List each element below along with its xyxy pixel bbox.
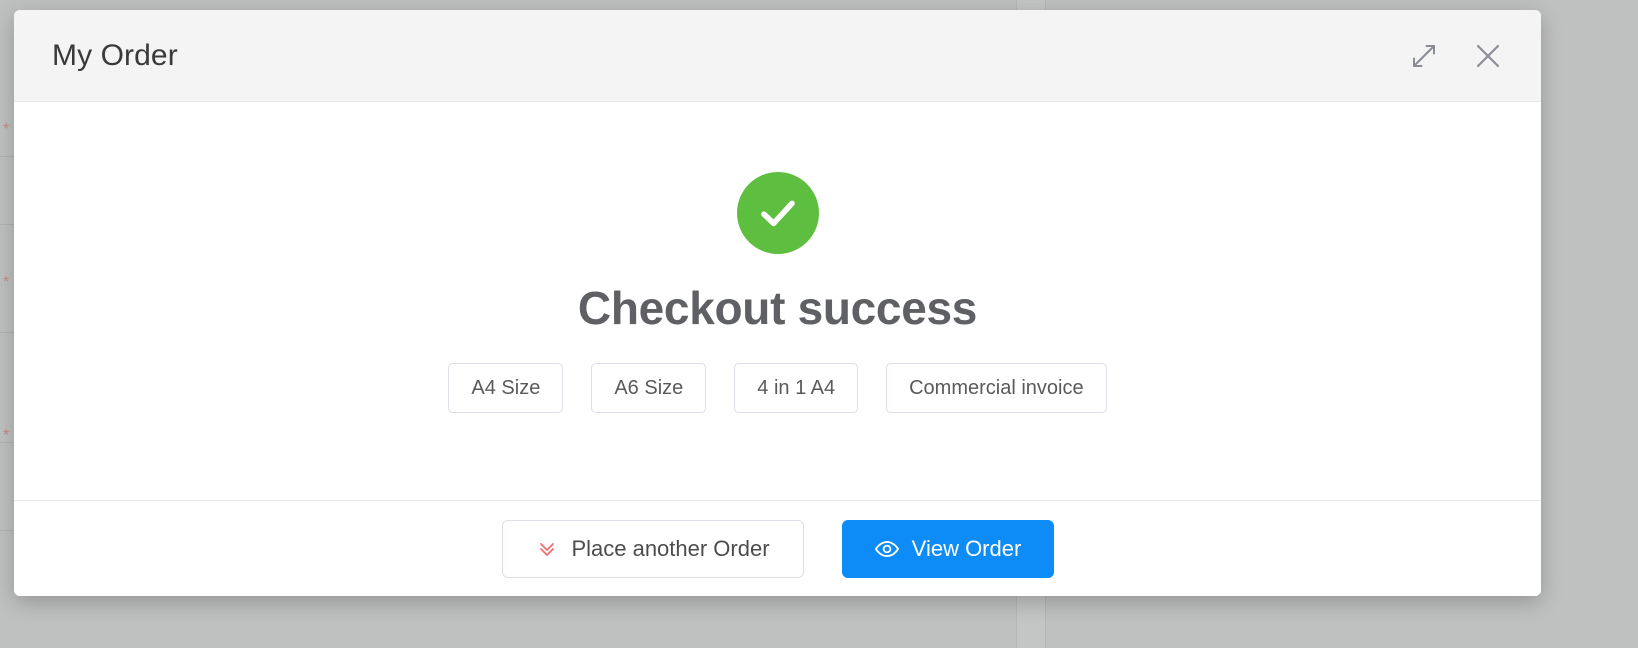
modal-footer: Place another Order View Order xyxy=(14,500,1541,596)
expand-icon[interactable] xyxy=(1407,39,1441,73)
print-option-4in1-a4[interactable]: 4 in 1 A4 xyxy=(734,363,859,413)
print-option-a6[interactable]: A6 Size xyxy=(591,363,707,413)
modal-body: Checkout success A4 Size A6 Size 4 in 1 … xyxy=(14,102,1541,500)
required-asterisk: * xyxy=(3,274,10,291)
place-another-order-label: Place another Order xyxy=(571,535,770,561)
print-option-a4[interactable]: A4 Size xyxy=(448,363,564,413)
required-asterisk: * xyxy=(3,427,10,444)
eye-icon xyxy=(874,536,900,562)
double-chevron-down-icon xyxy=(535,537,559,561)
modal-header-actions xyxy=(1407,39,1505,73)
place-another-order-button[interactable]: Place another Order xyxy=(501,519,804,578)
page-title: My Order xyxy=(52,38,178,72)
modal-header: My Order xyxy=(14,10,1541,102)
print-option-commercial-invoice[interactable]: Commercial invoice xyxy=(886,363,1107,413)
close-icon[interactable] xyxy=(1471,39,1505,73)
my-order-modal: My Order Checkout success A4 Size A6 Siz… xyxy=(14,10,1541,596)
view-order-label: View Order xyxy=(911,535,1022,561)
view-order-button[interactable]: View Order xyxy=(841,519,1054,578)
print-options-group: A4 Size A6 Size 4 in 1 A4 Commercial inv… xyxy=(448,363,1107,413)
required-asterisk: * xyxy=(3,121,10,138)
check-circle-icon xyxy=(736,172,819,254)
success-message: Checkout success xyxy=(577,282,978,334)
